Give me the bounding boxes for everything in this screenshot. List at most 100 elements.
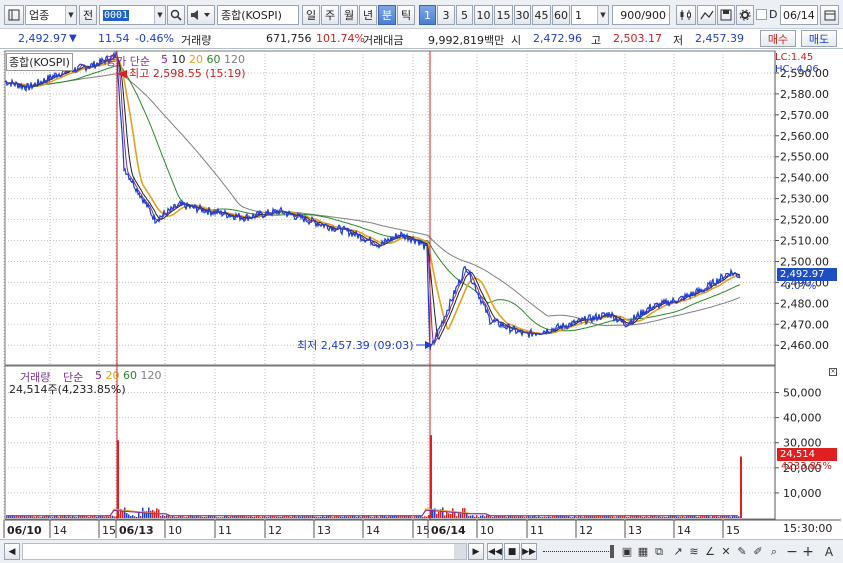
volume-bar xyxy=(658,516,660,518)
speaker-icon[interactable] xyxy=(187,5,215,25)
rewind-icon[interactable]: ◀◀ xyxy=(487,543,503,560)
interval-button-0[interactable]: 1 xyxy=(419,5,436,25)
volume-bar xyxy=(176,517,178,518)
volume-bar xyxy=(580,516,582,518)
prev-button[interactable]: 전 xyxy=(79,5,97,25)
magnifier-icon[interactable]: ⌕ xyxy=(767,544,781,559)
interval-select[interactable]: 1 ▼ xyxy=(571,5,609,25)
volume-bar xyxy=(594,516,596,518)
volume-bar xyxy=(360,516,362,518)
interval-button-2[interactable]: 5 xyxy=(456,5,473,25)
volume-bar xyxy=(162,515,164,518)
period-button-0[interactable]: 일 xyxy=(302,5,320,25)
volume-bar xyxy=(738,516,740,518)
calendar-icon[interactable] xyxy=(820,5,839,25)
volume-bar xyxy=(366,516,368,518)
volume-bar xyxy=(590,516,592,518)
layout-icon[interactable] xyxy=(4,5,24,25)
volume-bar xyxy=(638,516,640,518)
buy-label: 매수 xyxy=(767,32,789,46)
interval-select-value: 1 xyxy=(575,8,582,22)
price-tick-label: 2,580.00 xyxy=(780,88,829,101)
forward-icon[interactable]: ▶▶ xyxy=(521,543,537,560)
date-input[interactable]: 06/14 xyxy=(780,5,818,25)
market-select[interactable]: 업종 ▼ xyxy=(25,5,77,25)
gear-icon[interactable] xyxy=(736,5,754,25)
period-button-5[interactable]: 틱 xyxy=(397,5,415,25)
cross-icon[interactable]: ✕ xyxy=(719,544,733,559)
scroll-left-icon[interactable]: ◀ xyxy=(4,543,20,560)
amount-value: 9,992,819백만 xyxy=(428,34,505,47)
interval-button-1[interactable]: 3 xyxy=(437,5,455,25)
buy-button[interactable]: 매수 xyxy=(760,30,796,47)
draw-tool-icon[interactable] xyxy=(697,5,716,25)
period-button-2[interactable]: 월 xyxy=(340,5,358,25)
volume-bar xyxy=(678,516,680,518)
volume-bar xyxy=(18,516,20,518)
volume-bar xyxy=(200,516,202,518)
volume-bar xyxy=(254,516,256,518)
volume-bar xyxy=(466,513,468,518)
volume-bar xyxy=(340,516,342,518)
price-tick-label: 2,560.00 xyxy=(780,130,829,143)
price-panel-title[interactable]: 종합(KOSPI) xyxy=(6,53,73,71)
chart-canvas[interactable]: 06/10 14 15 06/13 10 11 12 13 14 15 06/14 10 11 12 13 1… xyxy=(0,50,843,539)
speed-slider[interactable] xyxy=(543,551,611,553)
volume-bar xyxy=(676,516,678,518)
ma20-line xyxy=(4,58,741,335)
volume-bar xyxy=(550,516,552,518)
text-tool-icon[interactable]: A xyxy=(822,544,836,559)
price-line xyxy=(4,50,741,351)
scrollbar-thumb[interactable] xyxy=(454,544,466,559)
zoom-out-icon[interactable]: − xyxy=(785,544,799,560)
fibonacci-icon[interactable]: ≋ xyxy=(687,544,701,559)
scroll-right-icon[interactable]: ▶ xyxy=(468,543,484,560)
x-tick-label: 15 xyxy=(102,524,116,537)
date-checkbox[interactable] xyxy=(756,9,767,20)
speed-slider-handle[interactable] xyxy=(610,545,614,558)
interval-button-4[interactable]: 15 xyxy=(494,5,513,25)
volume-bar xyxy=(546,516,548,518)
candle-type-icon[interactable] xyxy=(676,5,696,25)
interval-button-3[interactable]: 10 xyxy=(474,5,493,25)
trendline-icon[interactable]: ↗ xyxy=(671,544,685,559)
period-button-1[interactable]: 주 xyxy=(321,5,339,25)
volume-bar xyxy=(660,516,662,518)
sell-button[interactable]: 매도 xyxy=(801,30,837,47)
volume-bar xyxy=(422,516,424,518)
period-button-4[interactable]: 분 xyxy=(378,5,396,25)
count-value: 900 xyxy=(620,8,642,22)
volume-bar xyxy=(692,516,694,518)
brush-icon[interactable]: ✐ xyxy=(751,544,765,559)
grid-icon[interactable]: ▦ xyxy=(636,544,650,559)
zoom-box-icon[interactable]: ▣ xyxy=(620,544,634,559)
interval-button-5[interactable]: 30 xyxy=(514,5,531,25)
zoom-in-icon[interactable]: + xyxy=(801,544,815,560)
count-input[interactable]: 900/900 xyxy=(612,5,670,25)
volume-bar xyxy=(526,516,528,518)
horizontal-scrollbar[interactable] xyxy=(22,543,467,560)
volume-label: 거래량 xyxy=(181,34,212,47)
interval-button-7[interactable]: 60 xyxy=(552,5,570,25)
volume-ma-legend-item[interactable]: 120 xyxy=(141,369,162,382)
x-tick-label: 06/14 xyxy=(431,524,466,537)
code-input[interactable]: 0001 ▼ xyxy=(99,5,166,25)
angle-icon[interactable]: ∠ xyxy=(703,544,717,559)
period-button-3[interactable]: 년 xyxy=(359,5,377,25)
pencil-icon[interactable]: ✎ xyxy=(735,544,749,559)
volume-bar xyxy=(426,516,428,518)
stop-icon[interactable]: ■ xyxy=(504,543,520,560)
volume-bar xyxy=(194,516,196,518)
save-icon[interactable] xyxy=(717,5,735,25)
chart-copy-icon[interactable]: ⧉ xyxy=(652,544,666,559)
volume-bar xyxy=(252,517,254,518)
search-icon[interactable] xyxy=(167,5,185,25)
chart-area[interactable]: 06/10 14 15 06/13 10 11 12 13 14 15 06/14 10 11 12 13 1… xyxy=(0,50,843,539)
panel-close-icon[interactable]: × xyxy=(829,368,837,376)
volume-bar xyxy=(54,515,56,518)
volume-bar xyxy=(684,517,686,518)
volume-bar xyxy=(216,517,218,518)
interval-button-6[interactable]: 45 xyxy=(532,5,551,25)
low-annotation: 최저 2,457.39 (09:03) xyxy=(297,339,414,352)
price-tick-label: 2,500.00 xyxy=(780,255,829,268)
